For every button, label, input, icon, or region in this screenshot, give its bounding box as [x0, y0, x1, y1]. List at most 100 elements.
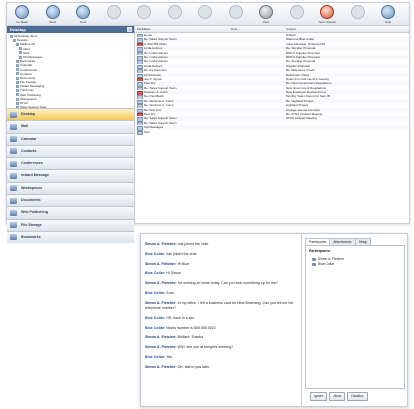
nav-desktop[interactable]: Desktop [7, 108, 134, 121]
nav-documents[interactable]: Documents [7, 194, 134, 207]
delete-button[interactable] [194, 5, 216, 24]
close-icon[interactable]: × [127, 27, 132, 32]
participant-name: Blue Collar [318, 262, 335, 266]
chat-message: Simon A. Fletcher: In my office, I left … [145, 301, 297, 311]
nav-label: Workspaces [21, 185, 43, 190]
new-button[interactable]: New [72, 5, 94, 24]
nav-workspaces[interactable]: Workspaces [7, 181, 134, 195]
nav-mail[interactable]: Mail [7, 120, 134, 133]
web-publishing-icon [10, 209, 17, 216]
reply-all-button[interactable] [133, 5, 155, 24]
help-button[interactable]: Help [377, 5, 399, 24]
column-header[interactable]: Subject [286, 27, 296, 31]
folder-icon [16, 43, 19, 47]
nav-label: Calendar [21, 136, 37, 141]
splitter[interactable] [301, 234, 302, 406]
folder-icon [16, 93, 19, 97]
reply-icon [106, 5, 121, 19]
chat-text: OK, back in a sec [165, 315, 195, 320]
send-receive-button[interactable]: Send [42, 5, 64, 24]
nav-label: Desktop [21, 112, 36, 116]
left-pane-header: Desktop × [7, 26, 134, 33]
documents-icon [10, 197, 17, 204]
chat-sender: Blue Collar: [145, 315, 166, 320]
nav-label: Contacts [21, 148, 37, 153]
go-back-button[interactable]: Go Back [11, 5, 33, 24]
user-icon [312, 258, 316, 261]
chat-text: Brilliant. Thanks [176, 335, 204, 340]
nav-label: Bookmarks [21, 234, 41, 239]
find-button[interactable]: Find [255, 5, 277, 24]
chat-message: Simon A. Fletcher: has joined the chat. [145, 242, 297, 247]
forward-button[interactable] [164, 5, 186, 24]
desktop-icon [10, 111, 17, 118]
chat-transcript: Simon A. Fletcher: has joined the chat. B… [145, 242, 297, 375]
participant-actions: Ignore Allow Disallow [310, 392, 370, 401]
back-arrow-icon [15, 5, 29, 19]
nav-calendar[interactable]: Calendar [7, 132, 134, 145]
chat-message: Blue Collar: Nina's number is 800 555 00… [145, 326, 297, 331]
chat-sender: Blue Collar: [145, 354, 166, 359]
chat-sender: Simon A. Fletcher: [145, 345, 177, 350]
prev-button[interactable] [347, 5, 369, 24]
chat-sender: Blue Collar: [145, 290, 166, 295]
chat-tabs: Participants Attachments Setup [305, 238, 372, 246]
ignore-button[interactable]: Ignore [310, 392, 328, 401]
next-unread-icon [320, 5, 334, 19]
chat-message: Blue Collar: has joined the chat. [145, 252, 297, 257]
bookmarks-icon [10, 234, 17, 241]
print-icon [228, 5, 243, 19]
print-button[interactable] [225, 5, 247, 24]
next-unread-button[interactable]: Next Unread [316, 5, 338, 24]
participant-item[interactable]: Blue Collar [312, 262, 398, 267]
instant-message-icon [10, 172, 17, 179]
column-header[interactable]: From [144, 27, 151, 31]
disallow-button[interactable]: Disallow [347, 392, 368, 401]
chat-message: Blue Collar: Yes. [145, 355, 297, 360]
chat-sender: Simon A. Fletcher: [145, 261, 177, 266]
chat-message: Simon A. Fletcher: OK, talk to you later… [145, 365, 297, 370]
nav-bookmarks[interactable]: Bookmarks [7, 230, 134, 244]
chat-sender: Simon A. Fletcher: [145, 242, 177, 246]
folder-tree: All Desktop Items Desktop Mailbox.cfs Inbox… [7, 33, 134, 114]
chat-text: Sure [165, 290, 174, 295]
chat-sender: Simon A. Fletcher: [145, 281, 177, 286]
participants-title: Participants: [309, 249, 331, 253]
calendar-icon [10, 136, 17, 143]
nav-label: Documents [21, 198, 41, 203]
chat-text: Hi Simon [165, 271, 181, 276]
chat-text: has joined the chat. [176, 242, 209, 246]
chat-message: Blue Collar: Sure [145, 291, 297, 296]
chat-message: Simon A. Fletcher: Brilliant. Thanks [145, 335, 297, 340]
participants-panel: Participants: Simon A. Fletcher Blue Coll… [305, 245, 405, 389]
nav-label: Conferences [21, 161, 43, 166]
column-header[interactable]: Date [231, 27, 237, 31]
nav-contacts[interactable]: Contacts [7, 144, 134, 158]
nav-conferences[interactable]: Conferences [7, 157, 134, 170]
chat-text: Nina's number is 800 555 0022 [165, 325, 216, 330]
left-pane-title: Desktop [10, 27, 26, 32]
main-window: Go Back Send New Find Next Unread Help Deskto… [6, 2, 410, 244]
reply-button[interactable] [103, 5, 125, 24]
nav-label: Web Publishing [21, 210, 48, 215]
mail-from: Sent [144, 129, 151, 134]
folder-icon [16, 68, 19, 72]
mail-row[interactable]: Sent [135, 129, 409, 136]
delete-icon [198, 5, 212, 19]
chat-text: Hi Blue [176, 261, 190, 266]
flag-button[interactable] [286, 5, 308, 24]
allow-button[interactable]: Allow [329, 392, 346, 401]
nav-web-publishing[interactable]: Web Publishing [7, 206, 134, 219]
nav-file-storage[interactable]: File Storage [7, 218, 134, 231]
file-storage-icon [10, 222, 17, 229]
navigation-buttons: Desktop Mail Calendar Contacts Conferences In… [7, 108, 134, 244]
chat-message: Blue Collar: Hi Simon [145, 271, 297, 276]
contacts-icon [10, 148, 17, 155]
user-icon [312, 263, 316, 266]
nav-instant-message[interactable]: Instant Message [7, 169, 134, 182]
participant-name: Simon A. Fletcher [318, 257, 345, 261]
conferences-icon [10, 160, 17, 167]
message-icon [137, 130, 143, 136]
new-icon [76, 5, 90, 19]
mail-list: Mailbox From Date Subject Home Subject Re: Sa… [135, 26, 409, 223]
